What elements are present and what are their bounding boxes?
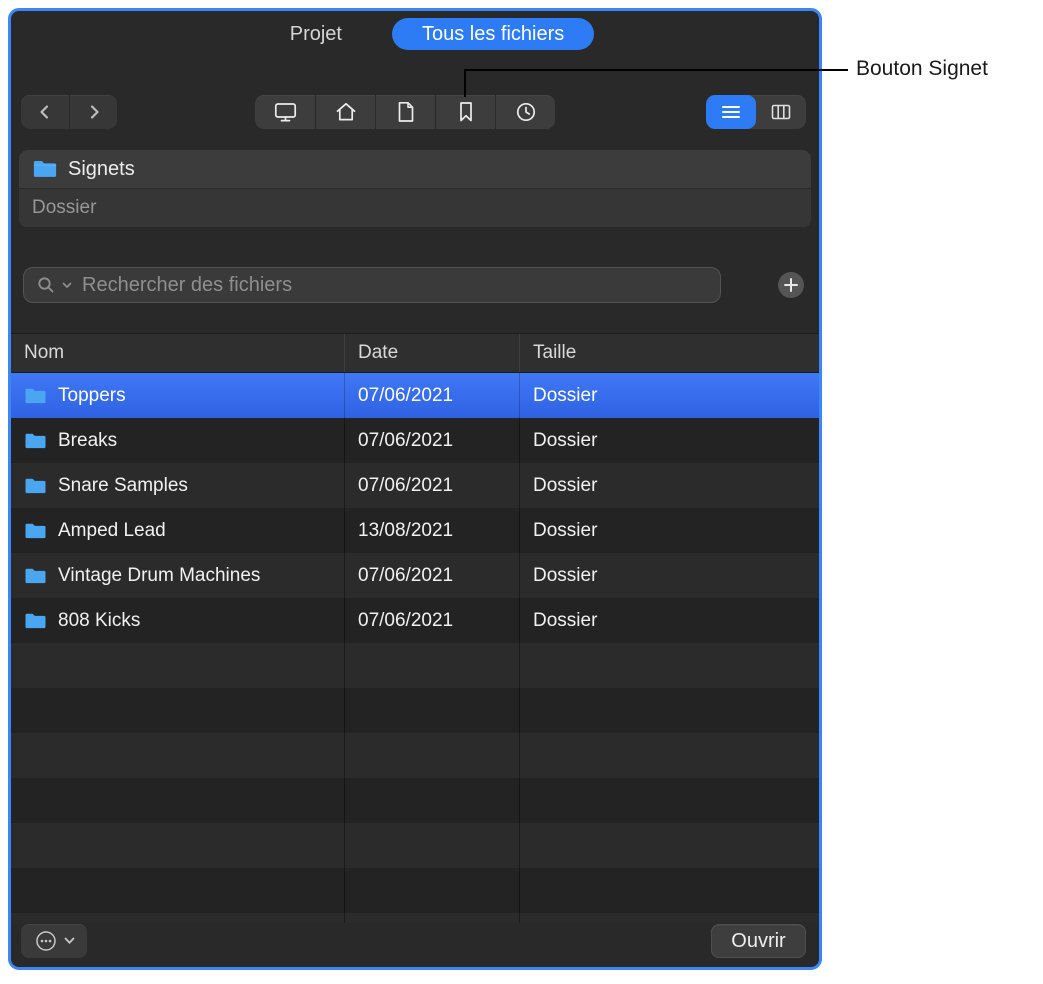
chevron-down-icon bbox=[64, 937, 75, 945]
add-button[interactable] bbox=[777, 271, 805, 299]
empty-row bbox=[11, 778, 819, 823]
table-row[interactable]: 808 Kicks 07/06/2021 Dossier bbox=[11, 598, 819, 643]
folder-icon bbox=[24, 432, 47, 450]
table-row[interactable]: Vintage Drum Machines 07/06/2021 Dossier bbox=[11, 553, 819, 598]
search-input[interactable]: Rechercher des fichiers bbox=[23, 267, 721, 303]
computer-button[interactable] bbox=[255, 95, 315, 129]
file-size: Dossier bbox=[520, 508, 819, 553]
folder-icon bbox=[24, 612, 47, 630]
list-view-button[interactable] bbox=[706, 95, 756, 129]
file-name: 808 Kicks bbox=[58, 610, 140, 632]
table-row[interactable]: Snare Samples 07/06/2021 Dossier bbox=[11, 463, 819, 508]
forward-button[interactable] bbox=[69, 95, 117, 129]
file-source-tabs: Projet Tous les fichiers bbox=[26, 18, 822, 50]
callout-line-vertical bbox=[464, 69, 466, 97]
location-buttons bbox=[255, 95, 555, 129]
table-row[interactable]: Breaks 07/06/2021 Dossier bbox=[11, 418, 819, 463]
selection-kind: Dossier bbox=[32, 197, 96, 219]
column-header-date[interactable]: Date bbox=[345, 334, 520, 372]
empty-row bbox=[11, 913, 819, 923]
folder-icon bbox=[24, 477, 47, 495]
file-name: Breaks bbox=[58, 430, 117, 452]
file-size: Dossier bbox=[520, 373, 819, 418]
chevron-right-icon bbox=[84, 102, 104, 122]
search-icon bbox=[36, 275, 56, 295]
selection-name-row[interactable]: Signets bbox=[19, 150, 811, 189]
tab-projet[interactable]: Projet bbox=[266, 18, 366, 50]
home-button[interactable] bbox=[315, 95, 375, 129]
column-header-nom[interactable]: Nom bbox=[11, 334, 345, 372]
column-view-button[interactable] bbox=[756, 95, 806, 129]
table-header: Nom Date Taille bbox=[11, 333, 819, 373]
table-row[interactable]: Amped Lead 13/08/2021 Dossier bbox=[11, 508, 819, 553]
file-browser-window: Projet Tous les fichiers bbox=[8, 8, 822, 970]
folder-icon bbox=[24, 387, 47, 405]
file-date: 07/06/2021 bbox=[345, 463, 520, 508]
plus-icon bbox=[777, 271, 805, 299]
search-placeholder: Rechercher des fichiers bbox=[82, 274, 292, 297]
column-header-taille[interactable]: Taille bbox=[520, 334, 819, 372]
file-name: Snare Samples bbox=[58, 475, 188, 497]
nav-buttons bbox=[21, 95, 117, 129]
ellipsis-circle-icon bbox=[34, 929, 58, 953]
home-icon bbox=[334, 100, 358, 124]
open-button[interactable]: Ouvrir bbox=[711, 924, 806, 958]
selection-kind-row: Dossier bbox=[19, 189, 811, 227]
more-options-button[interactable] bbox=[21, 924, 87, 958]
empty-row bbox=[11, 643, 819, 688]
file-date: 07/06/2021 bbox=[345, 373, 520, 418]
document-icon bbox=[395, 100, 417, 124]
file-date: 07/06/2021 bbox=[345, 418, 520, 463]
empty-row bbox=[11, 733, 819, 778]
folder-icon bbox=[24, 522, 47, 540]
chevron-left-icon bbox=[35, 102, 55, 122]
list-view-icon bbox=[720, 103, 742, 121]
folder-icon bbox=[24, 567, 47, 585]
view-buttons bbox=[706, 95, 806, 129]
recents-clock-icon bbox=[514, 100, 538, 124]
bookmarks-button[interactable] bbox=[435, 95, 495, 129]
column-view-icon bbox=[770, 103, 792, 121]
empty-row bbox=[11, 823, 819, 868]
file-size: Dossier bbox=[520, 418, 819, 463]
search-options-chevron-icon[interactable] bbox=[62, 282, 72, 289]
file-list: Toppers 07/06/2021 Dossier Breaks 07/06/… bbox=[11, 373, 819, 923]
table-row[interactable]: Toppers 07/06/2021 Dossier bbox=[11, 373, 819, 418]
empty-row bbox=[11, 688, 819, 733]
selection-name: Signets bbox=[68, 158, 135, 181]
callout-label: Bouton Signet bbox=[856, 57, 988, 81]
file-size: Dossier bbox=[520, 553, 819, 598]
documents-button[interactable] bbox=[375, 95, 435, 129]
computer-icon bbox=[273, 100, 298, 124]
bookmark-icon bbox=[455, 100, 477, 124]
back-button[interactable] bbox=[21, 95, 69, 129]
tab-tous-les-fichiers[interactable]: Tous les fichiers bbox=[392, 18, 594, 50]
file-date: 07/06/2021 bbox=[345, 598, 520, 643]
recents-button[interactable] bbox=[495, 95, 555, 129]
file-name: Amped Lead bbox=[58, 520, 166, 542]
file-name: Toppers bbox=[58, 385, 126, 407]
selection-info-panel: Signets Dossier bbox=[19, 150, 811, 228]
file-size: Dossier bbox=[520, 598, 819, 643]
empty-row bbox=[11, 868, 819, 913]
file-name: Vintage Drum Machines bbox=[58, 565, 260, 587]
file-date: 13/08/2021 bbox=[345, 508, 520, 553]
window-content: Projet Tous les fichiers bbox=[11, 11, 819, 967]
file-size: Dossier bbox=[520, 463, 819, 508]
folder-icon bbox=[32, 159, 58, 179]
file-date: 07/06/2021 bbox=[345, 553, 520, 598]
callout-line-horizontal bbox=[464, 69, 848, 71]
